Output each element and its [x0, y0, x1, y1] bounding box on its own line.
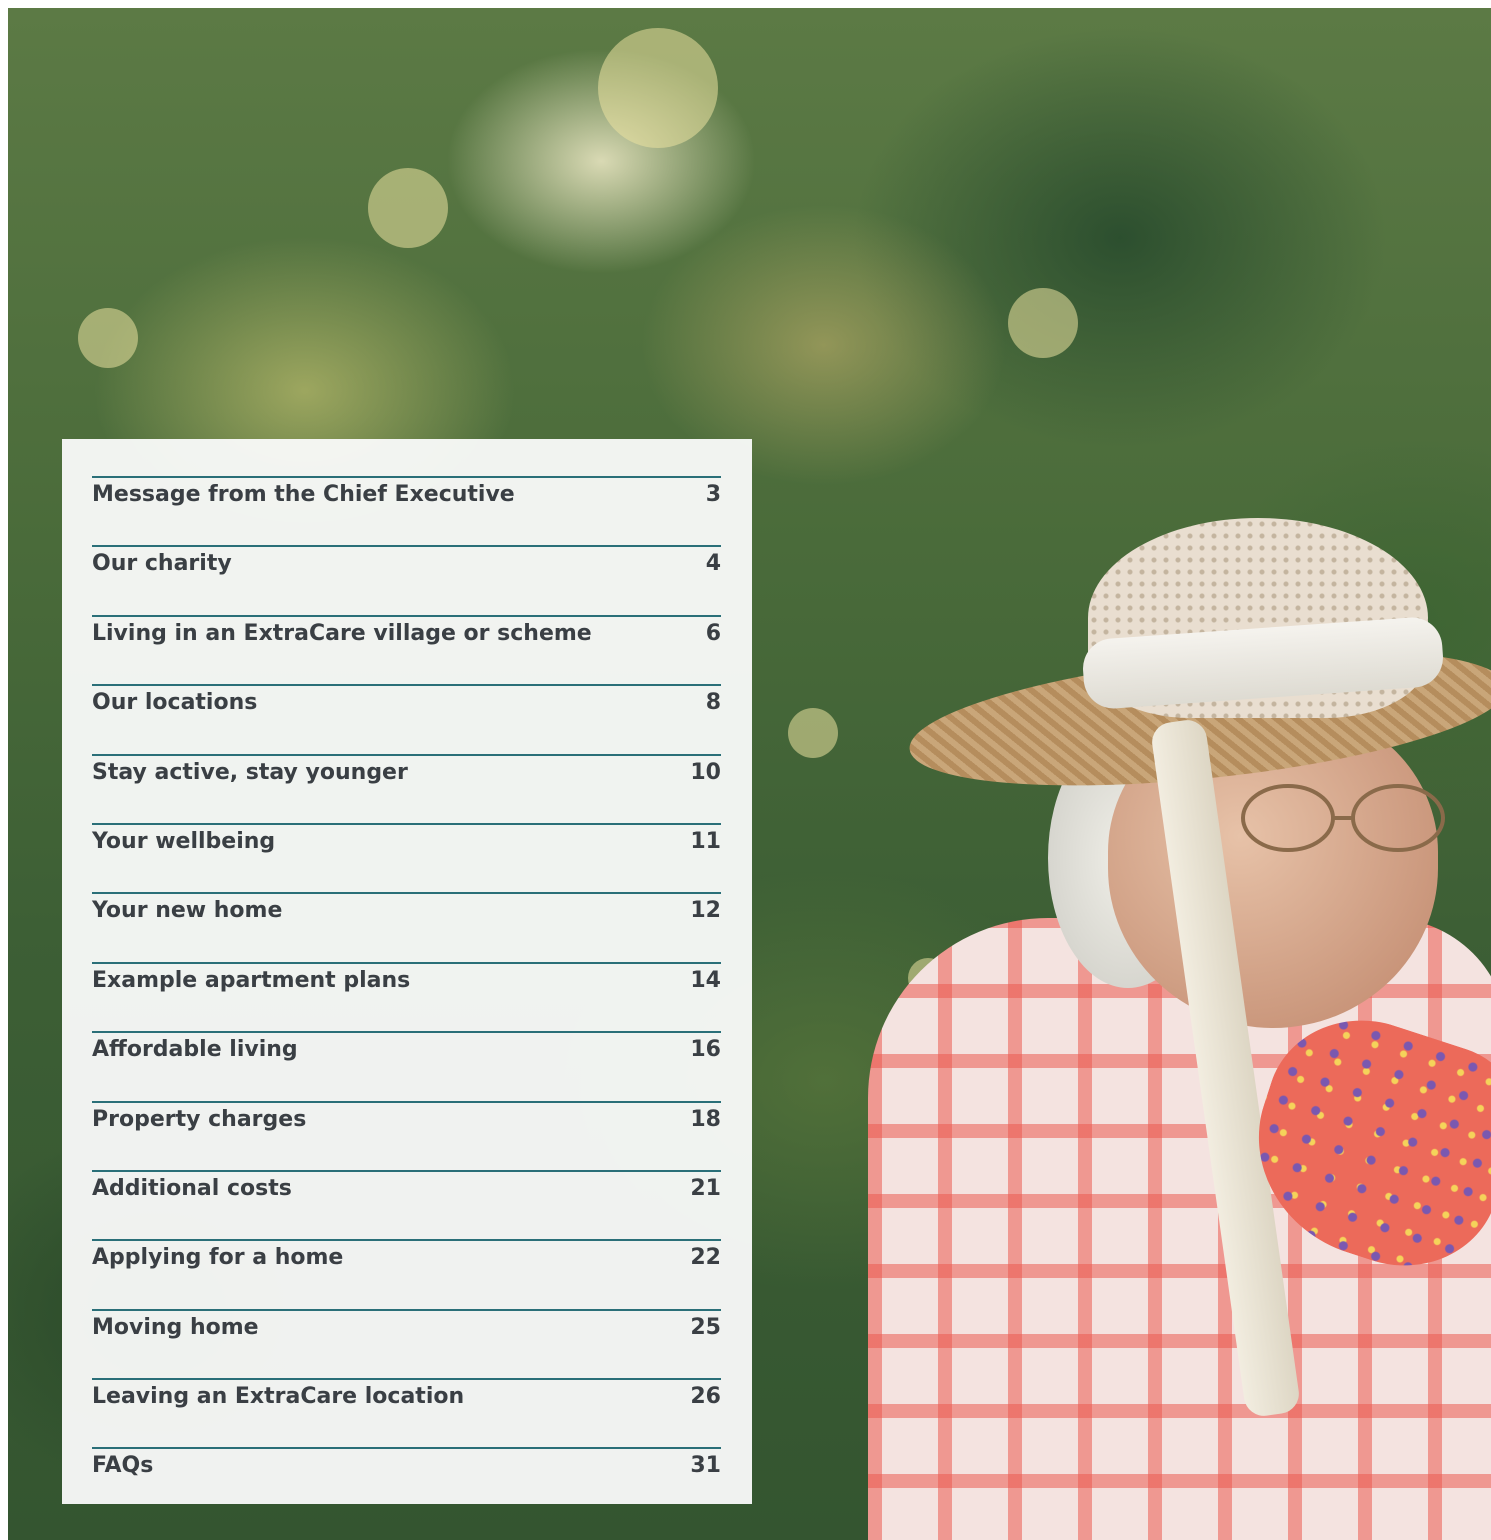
contents-entry-title: Affordable living: [92, 1037, 298, 1063]
contents-entry-page: 11: [690, 828, 721, 854]
contents-entry-title: Applying for a home: [92, 1245, 344, 1271]
contents-entry[interactable]: Example apartment plans 14: [92, 961, 721, 1031]
contents-entry-page: 31: [690, 1453, 721, 1479]
contents-entry[interactable]: Additional costs 21: [92, 1169, 721, 1239]
contents-entry[interactable]: Our charity 4: [92, 545, 721, 614]
contents-entry-title: FAQs: [92, 1453, 154, 1479]
contents-entry[interactable]: Stay active, stay younger 10: [92, 753, 721, 823]
contents-entry-page: 12: [690, 898, 721, 924]
contents-entry-title: Message from the Chief Executive: [92, 482, 515, 507]
contents-entry[interactable]: Applying for a home 22: [92, 1239, 721, 1308]
contents-entry[interactable]: Affordable living 16: [92, 1031, 721, 1100]
contents-entry-title: Living in an ExtraCare village or scheme: [92, 620, 592, 646]
contents-entry-title: Moving home: [92, 1314, 259, 1340]
contents-entry-title: Stay active, stay younger: [92, 759, 408, 785]
contents-entry-page: 22: [690, 1245, 721, 1271]
contents-entry-page: 25: [690, 1314, 721, 1340]
contents-entry-page: 4: [705, 551, 721, 577]
woman-with-sun-hat: [848, 508, 1491, 1540]
contents-entry[interactable]: Property charges 18: [92, 1100, 721, 1170]
bokeh-light: [598, 28, 718, 148]
contents-entry[interactable]: Your wellbeing 11: [92, 822, 721, 892]
contents-entry[interactable]: Your new home 12: [92, 892, 721, 961]
contents-entry-title: Example apartment plans: [92, 967, 411, 993]
contents-entry-page: 14: [690, 967, 721, 993]
contents-entry[interactable]: Our locations 8: [92, 684, 721, 753]
contents-entry-title: Our locations: [92, 690, 258, 716]
contents-entry-title: Additional costs: [92, 1175, 292, 1201]
contents-entry-page: 26: [690, 1384, 721, 1410]
contents-entry-page: 21: [690, 1175, 721, 1201]
contents-entry-title: Leaving an ExtraCare location: [92, 1384, 465, 1410]
contents-entry-title: Our charity: [92, 551, 232, 577]
contents-entry-page: 6: [705, 620, 721, 646]
contents-entry-title: Your new home: [92, 898, 283, 924]
contents-entry-title: Your wellbeing: [92, 828, 276, 854]
contents-list: Message from the Chief Executive 3 Our c…: [92, 476, 721, 1517]
bokeh-light: [78, 308, 138, 368]
contents-entry-page: 18: [690, 1106, 721, 1132]
contents-entry-title: Property charges: [92, 1106, 307, 1132]
contents-entry-page: 3: [705, 482, 721, 507]
contents-entry[interactable]: Message from the Chief Executive 3: [92, 476, 721, 545]
bokeh-light: [368, 168, 448, 248]
contents-entry[interactable]: Leaving an ExtraCare location 26: [92, 1378, 721, 1447]
table-of-contents-panel: Message from the Chief Executive 3 Our c…: [62, 439, 752, 1504]
bokeh-light: [788, 708, 838, 758]
contents-entry[interactable]: Moving home 25: [92, 1308, 721, 1378]
contents-entry-page: 8: [705, 690, 721, 716]
contents-entry-page: 16: [690, 1037, 721, 1063]
contents-entry[interactable]: Living in an ExtraCare village or scheme…: [92, 614, 721, 684]
contents-entry-page: 10: [690, 759, 721, 785]
bokeh-light: [1008, 288, 1078, 358]
contents-entry[interactable]: FAQs 31: [92, 1447, 721, 1516]
glasses-icon: [1241, 784, 1445, 852]
